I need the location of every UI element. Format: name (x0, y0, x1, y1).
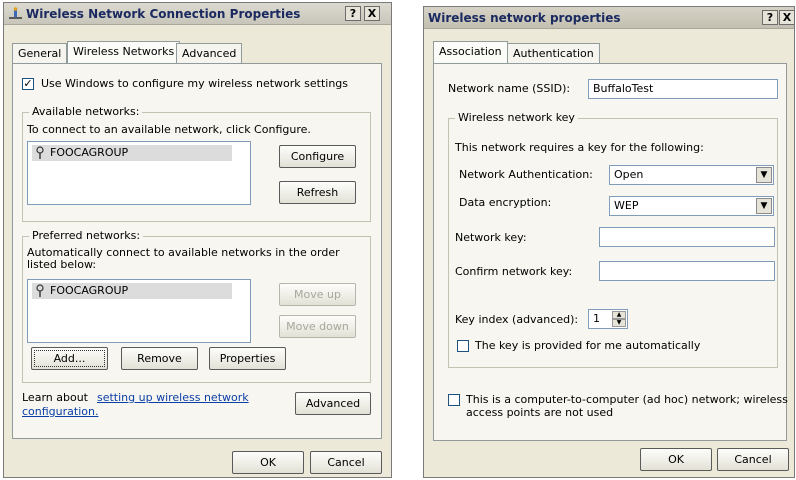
preferred-networks-group: Preferred networks: Automatically connec… (22, 229, 371, 383)
left-close-button[interactable]: X (364, 6, 380, 21)
auth-select[interactable]: Open ▼ (609, 165, 774, 185)
list-item[interactable]: FOOCAGROUP (32, 145, 232, 161)
adhoc-label-line2: access points are not used (466, 406, 614, 419)
available-networks-legend: Available networks: (29, 105, 143, 118)
tab-wireless-networks[interactable]: Wireless Networks (67, 41, 181, 63)
left-tab-panel: ✓ Use Windows to configure my wireless n… (12, 63, 382, 439)
key-index-spin-down[interactable]: ▼ (612, 319, 626, 327)
right-ok-button[interactable]: OK (640, 448, 712, 471)
right-dialog: Wireless network properties ? X Associat… (423, 6, 795, 478)
left-title: Wireless Network Connection Properties (26, 7, 301, 21)
chevron-down-icon[interactable]: ▼ (756, 167, 772, 183)
network-key-label: Network key: (455, 231, 527, 244)
confirm-key-input[interactable] (599, 261, 775, 281)
move-up-button[interactable]: Move up (279, 283, 356, 306)
right-cancel-button[interactable]: Cancel (717, 448, 789, 471)
left-dialog: Wireless Network Connection Properties ?… (3, 2, 392, 478)
left-titlebar[interactable]: Wireless Network Connection Properties ?… (4, 3, 391, 25)
wireless-antenna-icon (36, 146, 44, 159)
key-index-value: 1 (593, 312, 600, 325)
auth-label: Network Authentication: (459, 168, 593, 181)
key-index-spin-up[interactable]: ▲ (612, 311, 626, 319)
available-network-name: FOOCAGROUP (50, 146, 129, 159)
auto-key-checkbox[interactable] (457, 340, 469, 352)
tab-authentication[interactable]: Authentication (507, 43, 600, 63)
left-cancel-button[interactable]: Cancel (310, 451, 382, 474)
ssid-label: Network name (SSID): (448, 82, 571, 95)
refresh-button[interactable]: Refresh (279, 181, 356, 204)
list-item[interactable]: FOOCAGROUP (32, 283, 232, 299)
available-networks-list[interactable]: FOOCAGROUP (27, 141, 251, 205)
network-key-input[interactable] (599, 227, 775, 247)
key-desc: This network requires a key for the foll… (455, 141, 704, 154)
auto-key-label: The key is provided for me automatically (475, 339, 701, 352)
preferred-desc: Automatically connect to available netwo… (27, 246, 340, 271)
ssid-input[interactable]: BuffaloTest (588, 79, 778, 99)
setup-link-line1[interactable]: setting up wireless network (97, 391, 249, 404)
tab-general[interactable]: General (12, 43, 68, 63)
adhoc-checkbox[interactable] (448, 394, 460, 406)
wireless-antenna-icon (36, 284, 44, 297)
confirm-key-label: Confirm network key: (455, 265, 573, 278)
preferred-network-name: FOOCAGROUP (50, 284, 129, 297)
auth-value: Open (614, 168, 644, 181)
adhoc-label-line1: This is a computer-to-computer (ad hoc) … (466, 393, 788, 406)
use-windows-label: Use Windows to configure my wireless net… (41, 77, 349, 90)
advanced-button[interactable]: Advanced (295, 392, 371, 415)
wireless-key-legend: Wireless network key (455, 111, 578, 124)
key-index-input[interactable]: 1 ▲ ▼ (588, 309, 628, 329)
tab-association[interactable]: Association (433, 41, 508, 63)
properties-button[interactable]: Properties (209, 347, 286, 370)
wireless-key-group: Wireless network key This network requir… (448, 111, 778, 368)
preferred-networks-legend: Preferred networks: (29, 229, 144, 242)
add-button[interactable]: Add... (31, 347, 108, 370)
encryption-value: WEP (614, 199, 639, 212)
use-windows-checkbox[interactable]: ✓ (22, 78, 34, 90)
configure-button[interactable]: Configure (279, 145, 356, 168)
left-help-button[interactable]: ? (345, 6, 361, 21)
tab-advanced[interactable]: Advanced (176, 43, 243, 63)
right-title: Wireless network properties (428, 11, 621, 25)
right-close-button[interactable]: X (779, 10, 795, 25)
encryption-label: Data encryption: (459, 196, 552, 209)
right-help-button[interactable]: ? (762, 10, 778, 25)
key-index-label: Key index (advanced): (455, 313, 579, 326)
network-icon (9, 7, 22, 19)
chevron-down-icon[interactable]: ▼ (756, 198, 772, 214)
setup-link-line2[interactable]: configuration. (22, 405, 98, 418)
available-desc: To connect to an available network, clic… (27, 123, 311, 136)
move-down-button[interactable]: Move down (279, 315, 356, 338)
encryption-select[interactable]: WEP ▼ (609, 196, 774, 216)
left-ok-button[interactable]: OK (232, 451, 304, 474)
preferred-networks-list[interactable]: FOOCAGROUP (27, 279, 251, 343)
available-networks-group: Available networks: To connect to an ava… (22, 105, 371, 222)
right-tab-panel: Network name (SSID): BuffaloTest Wireles… (433, 63, 788, 441)
remove-button[interactable]: Remove (121, 347, 198, 370)
learn-about-text: Learn about (22, 391, 88, 404)
right-titlebar[interactable]: Wireless network properties ? X (424, 7, 795, 29)
